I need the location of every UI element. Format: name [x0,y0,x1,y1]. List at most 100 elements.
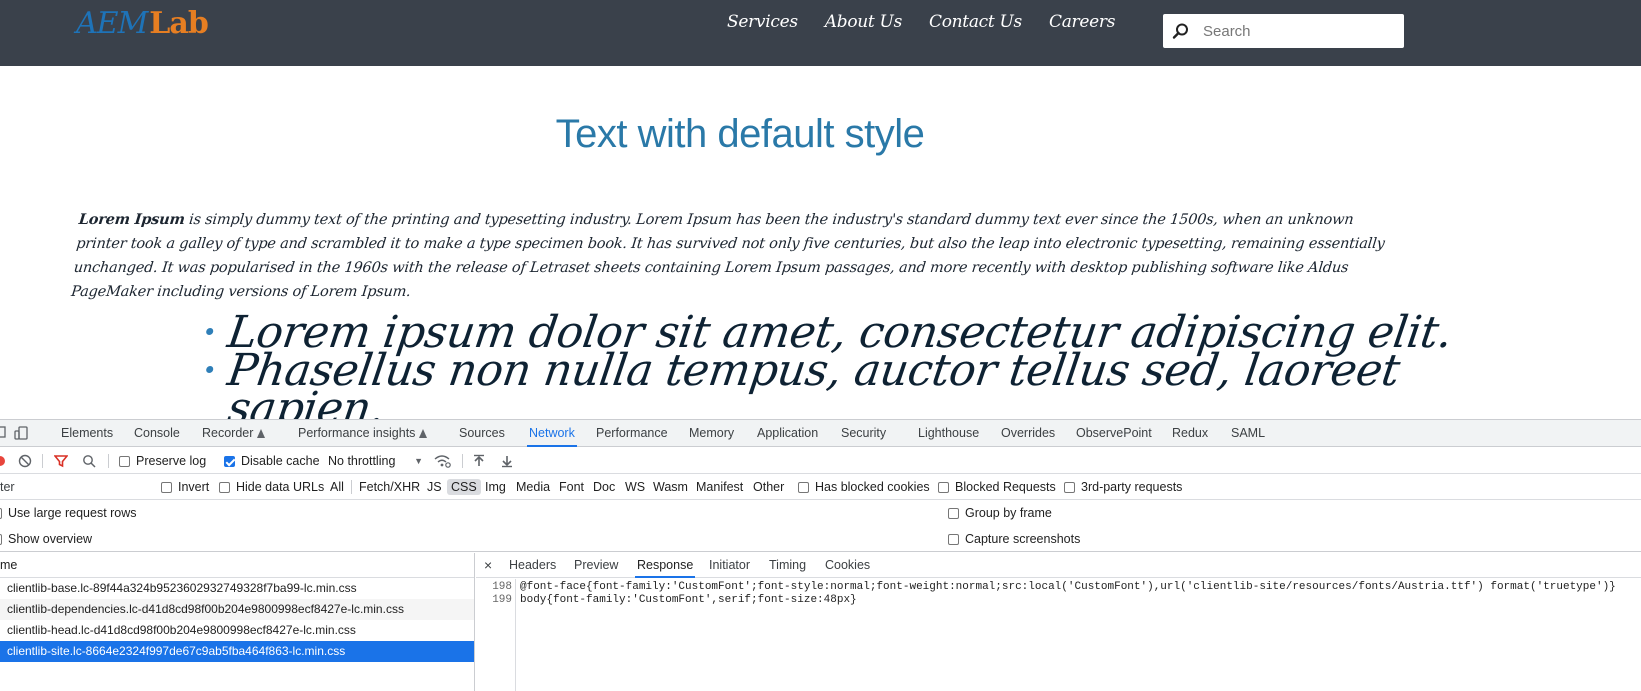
filter-input[interactable] [0,478,148,496]
filter-type-css[interactable]: CSS [447,474,481,500]
bullet-icon [205,366,214,373]
export-har-icon[interactable] [500,454,514,468]
tab-security[interactable]: Security [841,420,886,447]
filter-type-label-selected: CSS [447,479,481,495]
filter-type-fetch-xhr[interactable]: Fetch/XHR [355,474,424,500]
tab-headers[interactable]: Headers [509,553,556,578]
filter-type-other[interactable]: Other [749,474,788,500]
filter-type-wasm[interactable]: Wasm [649,474,692,500]
group-by-frame-label: Group by frame [965,506,1052,520]
throttling-select[interactable]: No throttling ▼ [328,448,423,474]
has-blocked-cookies-checkbox[interactable]: Has blocked cookies [798,474,930,500]
request-row[interactable]: clientlib-dependencies.lc-d41d8cd98f00b2… [0,599,474,620]
request-list: me clientlib-base.lc-89f44a324b952360293… [0,553,475,691]
tab-sources[interactable]: Sources [459,420,505,447]
third-party-requests-label: 3rd-party requests [1081,480,1183,494]
tab-network[interactable]: Network [527,420,577,447]
list-item-text: Phasellus non nulla tempus, auctor tellu… [224,345,1403,396]
show-overview-checkbox[interactable]: Show overview [0,526,92,552]
inspect-element-icon[interactable] [0,426,6,440]
search-icon[interactable] [1172,22,1190,40]
request-row[interactable]: clientlib-base.lc-89f44a324b952360293274… [0,578,474,599]
nav-about-us[interactable]: About Us [825,12,903,32]
filter-type-label: Img [485,480,506,494]
list-item-text: sapien. [224,383,388,419]
tab-recorder[interactable]: Recorder [202,420,266,447]
nav-contact-us[interactable]: Contact Us [929,12,1022,32]
request-row[interactable]: clientlib-head.lc-d41d8cd98f00b204e98009… [0,620,474,641]
filter-type-label: Font [559,480,585,494]
third-party-requests-checkbox[interactable]: 3rd-party requests [1064,474,1182,500]
line-number: 198 [492,581,512,593]
toolbar-separator [108,454,109,468]
tab-initiator[interactable]: Initiator [709,553,750,578]
disable-cache-label: Disable cache [241,454,320,468]
network-conditions-icon[interactable] [433,454,451,468]
list-item: Phasellus non nulla tempus, auctor tellu… [197,345,1641,396]
clear-icon[interactable] [18,454,32,468]
filter-type-js[interactable]: JS [423,474,446,500]
tab-application[interactable]: Application [757,420,818,447]
tab-memory[interactable]: Memory [689,420,734,447]
tab-cookies[interactable]: Cookies [825,553,870,578]
response-code[interactable]: 198 @font-face{font-family:'CustomFont';f… [476,581,1616,607]
filter-type-all[interactable]: All [326,474,348,500]
nav-services[interactable]: Services [727,12,798,32]
checkbox-box [161,482,172,493]
request-list-header-name[interactable]: me [0,553,474,578]
checkbox-box [948,534,959,545]
filter-type-media[interactable]: Media [512,474,554,500]
close-icon[interactable]: × [484,553,492,578]
tab-observepoint[interactable]: ObservePoint [1076,420,1152,447]
record-icon[interactable] [0,454,6,468]
bullet-icon [205,328,214,335]
paragraph-text: is simply dummy text of the printing and… [70,212,1386,300]
filter-type-font[interactable]: Font [555,474,588,500]
blocked-requests-checkbox[interactable]: Blocked Requests [938,474,1056,500]
throttling-value: No throttling [328,454,396,468]
preserve-log-checkbox[interactable]: Preserve log [119,448,206,474]
tab-redux[interactable]: Redux [1172,420,1208,447]
checkbox-box [1064,482,1075,493]
tab-lighthouse[interactable]: Lighthouse [918,420,979,447]
tab-performance-insights-label: Performance insights [298,426,416,440]
tab-timing[interactable]: Timing [769,553,806,578]
filter-icon[interactable] [54,454,68,468]
network-filter-bar: Invert Hide data URLs All Fetch/XHR JS C… [0,474,1641,500]
body-paragraph: Lorem Ipsum is simply dummy text of the … [70,208,1405,304]
show-overview-label: Show overview [8,532,93,546]
filter-type-img[interactable]: Img [481,474,510,500]
large-request-rows-checkbox[interactable]: Use large request rows [0,500,137,526]
checkbox-box [119,456,130,467]
filter-type-manifest[interactable]: Manifest [692,474,747,500]
tab-response[interactable]: Response [635,553,696,578]
capture-screenshots-checkbox[interactable]: Capture screenshots [948,526,1080,552]
devtools-left-icons [0,426,28,440]
hide-data-urls-checkbox[interactable]: Hide data URLs [219,474,324,500]
code-line-text: @font-face{font-family:'CustomFont';font… [520,581,1616,593]
import-har-icon[interactable] [472,454,486,468]
request-row-selected[interactable]: clientlib-site.lc-8664e2324f997de67c9ab5… [0,641,474,662]
group-by-frame-checkbox[interactable]: Group by frame [948,500,1052,526]
invert-checkbox[interactable]: Invert [161,474,209,500]
device-toolbar-icon[interactable] [14,426,28,440]
tab-performance[interactable]: Performance [596,420,668,447]
filter-type-label: Doc [593,480,616,494]
search-icon[interactable] [82,454,96,468]
page-title: Text with default style [555,112,925,156]
tab-preview[interactable]: Preview [574,553,618,578]
disable-cache-checkbox[interactable]: Disable cache [224,448,320,474]
checkbox-box [798,482,809,493]
tab-overrides[interactable]: Overrides [1001,420,1055,447]
nav-careers[interactable]: Careers [1049,12,1115,32]
tab-console[interactable]: Console [134,420,180,447]
filter-type-ws[interactable]: WS [621,474,649,500]
filter-type-doc[interactable]: Doc [589,474,619,500]
tab-performance-insights[interactable]: Performance insights [298,420,428,447]
tab-saml[interactable]: SAML [1231,420,1265,447]
search-input[interactable] [1203,14,1398,48]
filter-type-label: Other [753,480,785,494]
list-item: sapien. [197,383,1641,419]
site-logo[interactable]: AEMLab [76,6,209,41]
tab-elements[interactable]: Elements [61,420,113,447]
